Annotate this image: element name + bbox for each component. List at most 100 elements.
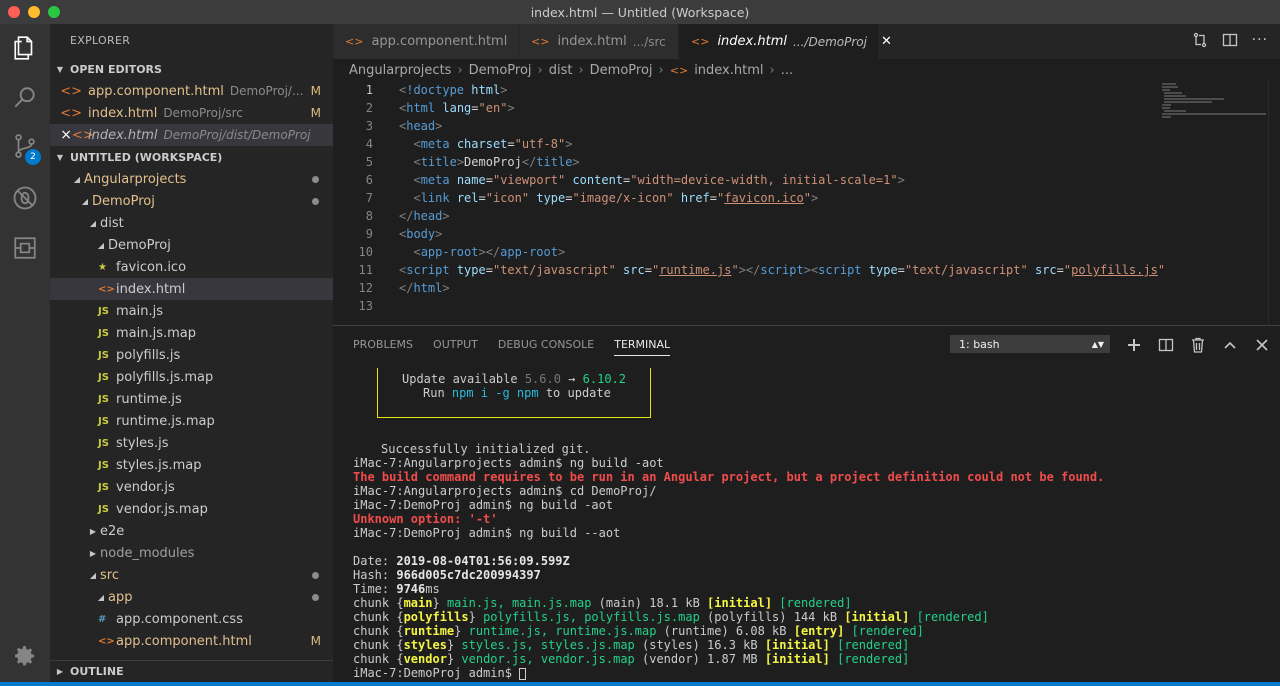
close-icon[interactable]: × xyxy=(50,127,72,143)
js-file-icon: JS xyxy=(98,349,109,361)
js-file-icon: JS xyxy=(98,305,109,317)
new-terminal-icon[interactable] xyxy=(1125,336,1143,354)
breadcrumb: Angularprojects › DemoProj › dist › DemoPro… xyxy=(333,59,1280,81)
open-editor-item[interactable]: <> index.html DemoProj/src M xyxy=(50,102,333,124)
file-styles-js-map[interactable]: JS styles.js.map xyxy=(50,454,333,476)
terminal-error-line: The build command requires to be run in … xyxy=(353,470,1105,484)
chevron-right-icon: › xyxy=(658,62,664,78)
code-line: 12 </html> xyxy=(358,281,450,295)
breadcrumb-item[interactable]: DemoProj xyxy=(469,63,532,78)
trash-icon[interactable] xyxy=(1189,336,1207,354)
scm-badge: 2 xyxy=(25,149,41,165)
panel-actions xyxy=(1125,336,1271,354)
file-index-html-selected[interactable]: <> index.html xyxy=(50,278,333,300)
tab-output[interactable]: OUTPUT xyxy=(433,338,478,351)
maximize-panel-icon[interactable] xyxy=(1221,336,1239,354)
folder-src[interactable]: ◢ src xyxy=(50,564,333,586)
editor-actions: ··· xyxy=(1192,32,1268,52)
folder-node-modules[interactable]: ▶ node_modules xyxy=(50,542,333,564)
settings-gear-icon[interactable] xyxy=(9,640,41,672)
extensions-icon[interactable] xyxy=(9,232,41,264)
split-editor-icon[interactable] xyxy=(1222,32,1238,52)
tab-debug-console[interactable]: DEBUG CONSOLE xyxy=(498,338,594,351)
file-vendor-js[interactable]: JS vendor.js xyxy=(50,476,333,498)
terminal-select[interactable]: 1: bash ▲▼ xyxy=(950,335,1110,353)
chevron-right-icon: › xyxy=(769,62,775,78)
file-styles-js[interactable]: JS styles.js xyxy=(50,432,333,454)
open-editor-item[interactable]: <> app.component.html DemoProj/... M xyxy=(50,80,333,102)
chevron-down-icon: ◢ xyxy=(89,570,97,580)
panel-tabs: PROBLEMS OUTPUT DEBUG CONSOLE TERMINAL xyxy=(353,326,671,362)
file-runtime-js[interactable]: JS runtime.js xyxy=(50,388,333,410)
terminal-line: Date: 2019-08-04T01:56:09.599Z xyxy=(353,554,570,568)
close-tab-icon[interactable]: ✕ xyxy=(881,34,892,49)
editor-scrollbar[interactable] xyxy=(1268,81,1280,325)
file-main-js-map[interactable]: JS main.js.map xyxy=(50,322,333,344)
minimap[interactable] xyxy=(1160,81,1268,325)
split-terminal-icon[interactable] xyxy=(1157,336,1175,354)
tab-terminal[interactable]: TERMINAL xyxy=(614,338,671,356)
file-polyfills-js-map[interactable]: JS polyfills.js.map xyxy=(50,366,333,388)
search-icon[interactable] xyxy=(9,82,41,114)
js-file-icon: JS xyxy=(98,503,109,515)
file-app-component-css[interactable]: # app.component.css xyxy=(50,608,333,630)
chevron-down-icon: ◢ xyxy=(97,592,105,602)
chevron-down-icon: ◢ xyxy=(97,240,105,250)
code-line: 5 <title>DemoProj</title> xyxy=(365,155,580,169)
terminal-line: Hash: 966d005c7dc200994397 xyxy=(353,568,541,582)
tab-app-component-html[interactable]: <> app.component.html xyxy=(333,24,519,59)
file-vendor-js-map[interactable]: JS vendor.js.map xyxy=(50,498,333,520)
modified-dot xyxy=(312,571,319,579)
code-editor[interactable]: 1 <!doctype html> 2 <html lang="en"> 3 <hea… xyxy=(333,81,1280,325)
close-panel-icon[interactable] xyxy=(1253,336,1271,354)
terminal-line: Run npm i -g npm to update xyxy=(423,386,611,400)
open-editor-item-active[interactable]: × <> index.html DemoProj/dist/DemoProj xyxy=(50,124,333,146)
breadcrumb-item[interactable]: dist xyxy=(549,63,573,78)
modified-dot xyxy=(312,197,319,205)
code-line: 6 <meta name="viewport" content="width=d… xyxy=(365,173,905,187)
debug-icon[interactable] xyxy=(9,182,41,214)
explorer-title: EXPLORER xyxy=(70,34,131,47)
tab-index-html-demoproj[interactable]: <> index.html .../DemoProj ✕ xyxy=(679,24,892,59)
chevron-right-icon: › xyxy=(578,62,584,78)
file-polyfills-js[interactable]: JS polyfills.js xyxy=(50,344,333,366)
html-file-icon: <> xyxy=(345,35,364,48)
tab-problems[interactable]: PROBLEMS xyxy=(353,338,413,351)
workspace-header[interactable]: ▼ UNTITLED (WORKSPACE) xyxy=(50,146,333,168)
folder-demoproj-dist[interactable]: ◢ DemoProj xyxy=(50,234,333,256)
css-file-icon: # xyxy=(98,613,107,625)
breadcrumb-item[interactable]: DemoProj xyxy=(590,63,653,78)
terminal-line: Successfully initialized git. xyxy=(381,442,591,456)
folder-demoproj[interactable]: ◢ DemoProj xyxy=(50,190,333,212)
js-file-icon: JS xyxy=(98,415,109,427)
folder-app[interactable]: ◢ app xyxy=(50,586,333,608)
folder-dist[interactable]: ◢ dist xyxy=(50,212,333,234)
more-actions-icon[interactable]: ··· xyxy=(1252,32,1268,52)
editor-tabs: <> app.component.html <> index.html .../… xyxy=(333,24,1280,59)
explorer-icon[interactable] xyxy=(9,32,41,64)
outline-header[interactable]: ▶ OUTLINE xyxy=(50,660,333,682)
minimize-window-button[interactable] xyxy=(28,6,40,18)
breadcrumb-item[interactable]: Angularprojects xyxy=(349,63,451,78)
file-app-component-html[interactable]: <> app.component.html M xyxy=(50,630,333,652)
terminal-line: iMac-7:DemoProj admin$ ng build -aot xyxy=(353,498,614,512)
file-main-js[interactable]: JS main.js xyxy=(50,300,333,322)
open-editors-header[interactable]: ▼ OPEN EDITORS xyxy=(50,58,333,80)
file-runtime-js-map[interactable]: JS runtime.js.map xyxy=(50,410,333,432)
folder-e2e[interactable]: ▶ e2e xyxy=(50,520,333,542)
breadcrumb-item[interactable]: ... xyxy=(781,63,793,78)
js-file-icon: JS xyxy=(98,327,109,339)
maximize-window-button[interactable] xyxy=(48,6,60,18)
modified-dot xyxy=(312,593,319,601)
tab-index-html-src[interactable]: <> index.html .../src xyxy=(519,24,679,59)
file-favicon[interactable]: ★ favicon.ico xyxy=(50,256,333,278)
activity-bar: 2 xyxy=(0,24,50,686)
folder-angularprojects[interactable]: ◢ Angularprojects xyxy=(50,168,333,190)
open-changes-icon[interactable] xyxy=(1192,32,1208,52)
code-line: 8 </head> xyxy=(365,209,450,223)
terminal-prompt-line: iMac-7:DemoProj admin$ xyxy=(353,666,527,680)
html-file-icon: <> xyxy=(531,35,550,48)
chevron-right-icon: ▶ xyxy=(89,548,97,558)
breadcrumb-item[interactable]: index.html xyxy=(694,63,763,78)
close-window-button[interactable] xyxy=(8,6,20,18)
